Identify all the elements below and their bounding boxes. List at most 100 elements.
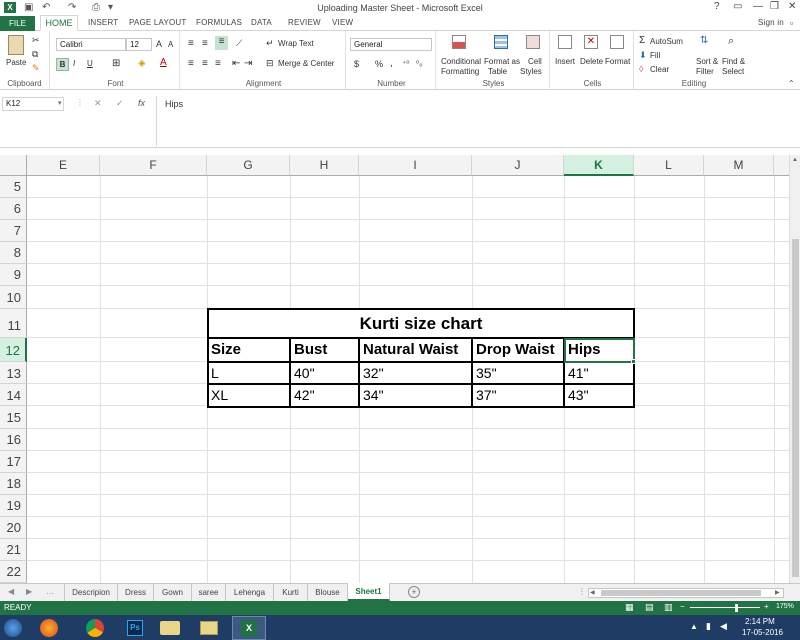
align-right-icon[interactable]: ≡ [215, 58, 221, 69]
column-header-m[interactable]: M [704, 155, 774, 176]
cell-styles-button[interactable]: Cell [528, 57, 542, 66]
row-header-12[interactable]: 12 [0, 338, 27, 362]
zoom-slider-thumb[interactable] [735, 604, 738, 612]
row-header-6[interactable]: 6 [0, 198, 27, 220]
cell-drop-waist[interactable]: 37" [473, 387, 497, 403]
prev-sheet-icon[interactable]: ◀ [8, 587, 14, 596]
sort-filter-icon[interactable]: ⇅ [700, 35, 708, 46]
conditional-formatting-icon[interactable] [452, 35, 466, 49]
cut-icon[interactable]: ✂ [32, 35, 40, 46]
format-painter-icon[interactable]: ✎ [32, 63, 40, 74]
cell-bust[interactable]: 40" [291, 365, 315, 381]
row-header-20[interactable]: 20 [0, 517, 27, 539]
zoom-out-icon[interactable]: − [680, 602, 685, 611]
align-left-icon[interactable]: ≡ [188, 58, 194, 69]
bold-button[interactable]: B [56, 58, 69, 71]
cell-hips[interactable]: 41" [565, 365, 589, 381]
bottom-align-icon[interactable]: ≡ [215, 36, 228, 50]
sheet-tab-kurti[interactable]: Kurti [274, 584, 308, 601]
tray-up-icon[interactable]: ▲ [690, 622, 698, 631]
name-box-dropdown-icon[interactable]: ▾ [58, 99, 62, 107]
row-header-9[interactable]: 9 [0, 264, 27, 286]
currency-button[interactable]: $ [354, 59, 359, 69]
zoom-in-icon[interactable]: + [764, 602, 769, 611]
align-center-icon[interactable]: ≡ [202, 58, 208, 69]
more-sheets-icon[interactable]: … [46, 587, 54, 596]
row-header-7[interactable]: 7 [0, 220, 27, 242]
row-header-17[interactable]: 17 [0, 451, 27, 473]
row-header-13[interactable]: 13 [0, 362, 27, 384]
name-box[interactable]: K12 [2, 97, 64, 111]
confirm-entry-icon[interactable]: ✓ [116, 98, 124, 109]
percent-button[interactable]: % [375, 59, 383, 69]
row-header-18[interactable]: 18 [0, 473, 27, 495]
format-cells-icon[interactable] [610, 35, 624, 49]
scroll-right-icon[interactable]: ▶ [775, 589, 780, 596]
firefox-icon[interactable] [40, 619, 58, 637]
chrome-icon[interactable] [86, 619, 104, 637]
tab-view[interactable]: VIEW [332, 18, 353, 27]
column-header-f[interactable]: F [100, 155, 207, 176]
font-name-dropdown[interactable]: Calibri [56, 38, 126, 51]
normal-view-icon[interactable]: ▦ [625, 602, 634, 613]
minimize-icon[interactable]: — [753, 1, 763, 12]
number-format-dropdown[interactable]: General [350, 38, 432, 51]
paste-icon[interactable] [8, 35, 24, 55]
insert-function-button[interactable]: fx [138, 98, 145, 108]
row-header-16[interactable]: 16 [0, 429, 27, 451]
format-button[interactable]: Format [605, 57, 630, 66]
column-header-k[interactable]: K [564, 155, 634, 176]
close-icon[interactable]: ✕ [788, 1, 796, 12]
wrap-text-button[interactable]: Wrap Text [278, 39, 314, 48]
worksheet-grid[interactable]: E F G H I J K L M 5 6 7 8 9 10 11 12 13 … [0, 155, 790, 583]
horizontal-scrollbar[interactable]: ◀ ▶ [588, 588, 784, 598]
shrink-font-icon[interactable]: A [168, 40, 173, 49]
formula-input[interactable]: Hips [156, 96, 800, 146]
tab-data[interactable]: DATA [251, 18, 272, 27]
tab-home[interactable]: HOME [40, 15, 78, 31]
wrap-text-icon[interactable]: ↵ [266, 38, 274, 49]
sign-in-link[interactable]: Sign in [758, 18, 784, 27]
page-break-view-icon[interactable]: ▥ [664, 602, 673, 613]
cell-size[interactable]: XL [208, 387, 228, 403]
start-button-icon[interactable] [4, 619, 22, 637]
decrease-decimal-icon[interactable]: ⁰₀ [416, 59, 423, 68]
vertical-scrollbar[interactable]: ▲ [789, 155, 800, 583]
sheet-tab-descripion[interactable]: Descripion [64, 584, 118, 601]
increase-indent-icon[interactable]: ⇥ [244, 58, 252, 69]
increase-decimal-icon[interactable]: ⁺⁰ [402, 59, 409, 68]
font-size-dropdown[interactable]: 12 [126, 38, 152, 51]
insert-cells-icon[interactable] [558, 35, 572, 49]
merge-center-button[interactable]: Merge & Center [278, 59, 334, 68]
page-layout-view-icon[interactable]: ▤ [645, 602, 654, 613]
excel-taskbar-button[interactable]: X [232, 616, 266, 640]
clear-button[interactable]: Clear [650, 65, 669, 74]
photoshop-icon[interactable]: Ps [127, 620, 143, 636]
header-hips[interactable]: Hips [565, 341, 601, 358]
fill-color-icon[interactable]: ◈ [138, 58, 146, 69]
merge-center-icon[interactable]: ⊟ [266, 58, 274, 69]
network-icon[interactable]: ▮ [706, 621, 711, 632]
clear-icon[interactable]: ◊ [639, 64, 643, 74]
decrease-indent-icon[interactable]: ⇤ [232, 58, 240, 69]
header-size[interactable]: Size [208, 341, 241, 358]
grow-font-icon[interactable]: A [156, 39, 162, 49]
column-header-l[interactable]: L [634, 155, 704, 176]
header-natural-waist[interactable]: Natural Waist [360, 341, 458, 358]
row-header-22[interactable]: 22 [0, 561, 27, 583]
orientation-icon[interactable]: ⟋ [236, 38, 242, 49]
row-header-11[interactable]: 11 [0, 309, 27, 338]
autosum-button[interactable]: AutoSum [650, 37, 683, 46]
paste-button[interactable]: Paste [6, 58, 26, 67]
comma-button[interactable]: , [390, 58, 393, 69]
tab-insert[interactable]: INSERT [88, 18, 118, 27]
underline-button[interactable]: U [87, 59, 93, 68]
conditional-formatting-button[interactable]: Conditional [441, 57, 481, 66]
row-header-5[interactable]: 5 [0, 176, 27, 198]
header-bust[interactable]: Bust [291, 341, 327, 358]
format-as-table-button[interactable]: Format as [484, 57, 520, 66]
row-header-21[interactable]: 21 [0, 539, 27, 561]
borders-icon[interactable]: ⊞ [112, 58, 120, 69]
row-header-15[interactable]: 15 [0, 406, 27, 429]
tab-page-layout[interactable]: PAGE LAYOUT [129, 18, 186, 27]
